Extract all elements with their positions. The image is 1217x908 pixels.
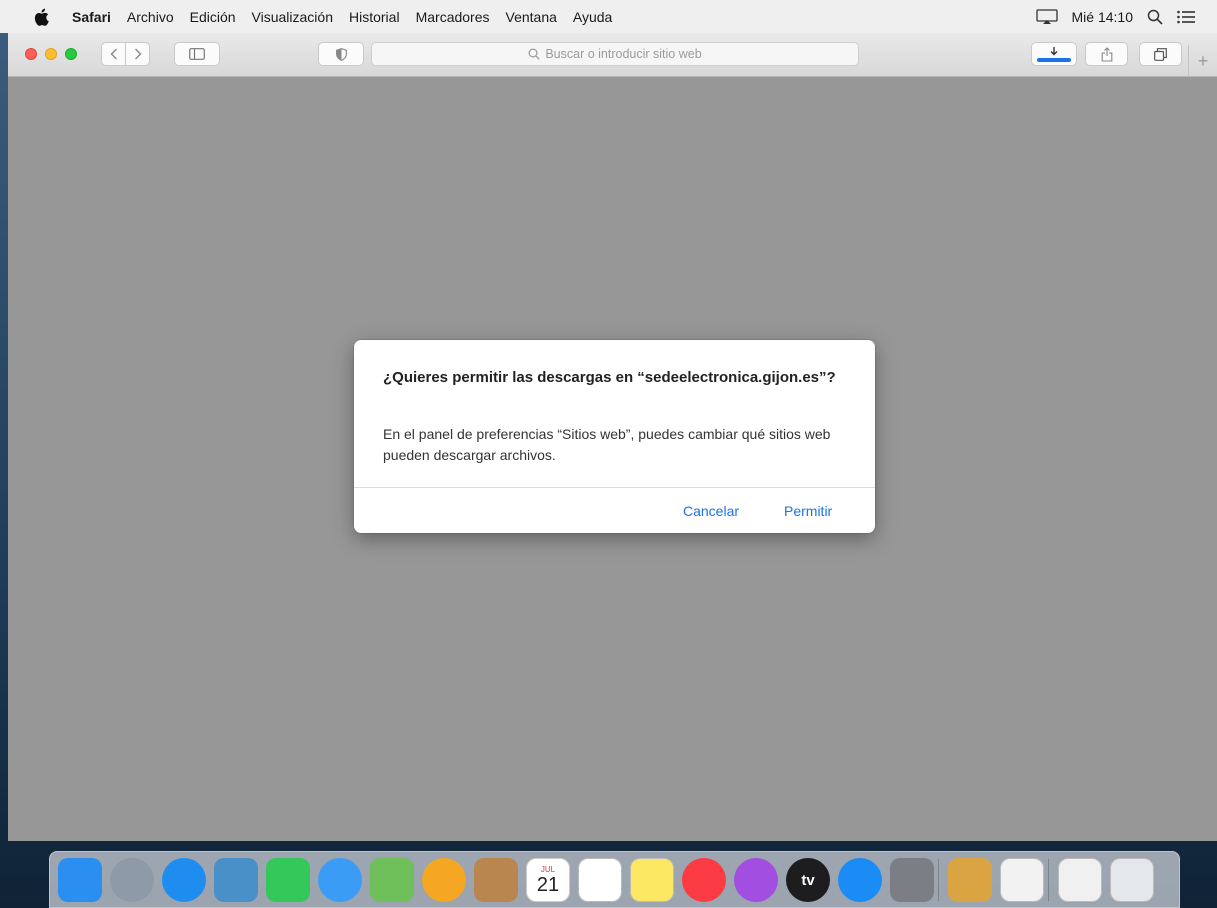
search-icon: [528, 48, 541, 60]
messages-icon[interactable]: [318, 858, 362, 902]
cancel-button[interactable]: Cancelar: [683, 503, 739, 519]
calendar-month-label: JUL: [540, 864, 556, 874]
downloads-folder-icon[interactable]: [1058, 858, 1102, 902]
facetime-icon[interactable]: [266, 858, 310, 902]
share-button[interactable]: [1085, 42, 1128, 66]
forward-icon: [134, 48, 141, 60]
downloads-button[interactable]: [1031, 42, 1077, 66]
address-bar[interactable]: Buscar o introducir sitio web: [371, 42, 859, 66]
privacy-report-button[interactable]: [318, 42, 364, 66]
back-button[interactable]: [101, 42, 126, 66]
download-permission-dialog: ¿Quieres permitir las descargas en “sede…: [354, 340, 875, 533]
menu-clock[interactable]: Mié 14:10: [1072, 9, 1133, 25]
safari-icon[interactable]: [162, 858, 206, 902]
spotlight-search-icon[interactable]: [1147, 9, 1163, 25]
finder-icon[interactable]: [58, 858, 102, 902]
launchpad-icon[interactable]: [110, 858, 154, 902]
new-tab-button[interactable]: +: [1188, 45, 1217, 77]
safari-toolbar: Buscar o introducir sitio web +: [8, 33, 1217, 77]
dialog-title: ¿Quieres permitir las descargas en “sede…: [383, 369, 836, 386]
menu-ayuda[interactable]: Ayuda: [573, 9, 612, 25]
forward-button[interactable]: [125, 42, 150, 66]
dock-separator: [1048, 859, 1049, 901]
reminders-icon[interactable]: [578, 858, 622, 902]
trash-icon[interactable]: [1110, 858, 1154, 902]
menu-marcadores[interactable]: Marcadores: [416, 9, 490, 25]
music-icon[interactable]: [682, 858, 726, 902]
menu-bar: Safari Archivo Edición Visualización His…: [0, 0, 1217, 33]
tab-overview-icon: [1154, 47, 1167, 61]
sidebar-icon: [189, 48, 205, 60]
download-icon: [1037, 47, 1071, 62]
notes-icon[interactable]: [630, 858, 674, 902]
sidebar-toggle-button[interactable]: [174, 42, 220, 66]
contacts-icon[interactable]: [474, 858, 518, 902]
menu-archivo[interactable]: Archivo: [127, 9, 174, 25]
menu-historial[interactable]: Historial: [349, 9, 400, 25]
menu-visualizacion[interactable]: Visualización: [252, 9, 333, 25]
maximize-window-button[interactable]: [65, 48, 77, 60]
menu-safari[interactable]: Safari: [72, 9, 111, 25]
dock: JUL 21 tv: [49, 851, 1180, 908]
back-icon: [110, 48, 117, 60]
new-tab-icon: +: [1197, 50, 1209, 71]
dock-separator: [938, 859, 939, 901]
keychain-access-icon[interactable]: [948, 858, 992, 902]
menu-edicion[interactable]: Edición: [190, 9, 236, 25]
calendar-icon[interactable]: JUL 21: [526, 858, 570, 902]
apple-tv-icon[interactable]: tv: [786, 858, 830, 902]
dock-icon-label: tv: [801, 871, 815, 889]
minimize-window-button[interactable]: [45, 48, 57, 60]
maps-icon[interactable]: [370, 858, 414, 902]
system-preferences-icon[interactable]: [890, 858, 934, 902]
calendar-day-label: 21: [536, 873, 560, 896]
privacy-shield-icon: [335, 47, 347, 61]
dialog-message: En el panel de preferencias “Sitios web”…: [383, 426, 831, 463]
address-placeholder: Buscar o introducir sitio web: [545, 47, 702, 61]
notification-center-icon[interactable]: [1177, 10, 1195, 24]
tab-overview-button[interactable]: [1139, 42, 1182, 66]
textedit-icon[interactable]: [1000, 858, 1044, 902]
app-store-icon[interactable]: [838, 858, 882, 902]
podcasts-icon[interactable]: [734, 858, 778, 902]
share-icon: [1101, 46, 1112, 62]
display-mirroring-icon[interactable]: [1035, 8, 1058, 25]
allow-button[interactable]: Permitir: [784, 503, 832, 519]
apple-icon[interactable]: [34, 8, 54, 26]
close-window-button[interactable]: [25, 48, 37, 60]
menu-ventana[interactable]: Ventana: [506, 9, 557, 25]
photos-icon[interactable]: [422, 858, 466, 902]
dialog-divider: [354, 487, 875, 488]
mail-preview-icon[interactable]: [214, 858, 258, 902]
